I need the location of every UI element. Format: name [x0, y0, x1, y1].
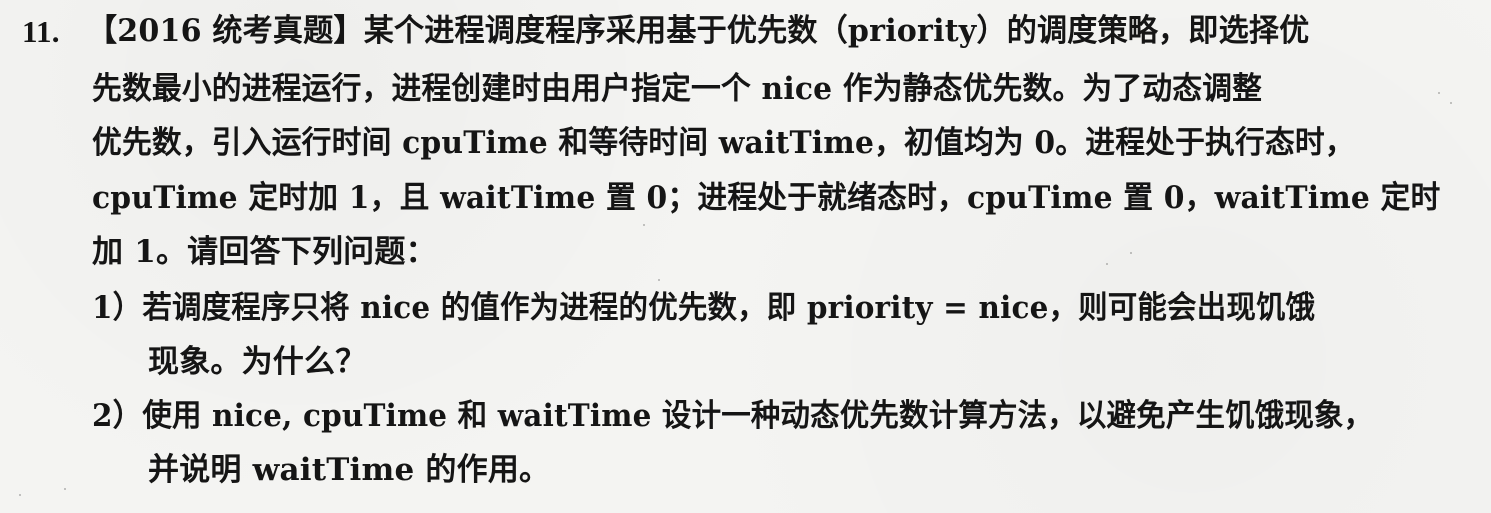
paper-speck: [658, 279, 660, 281]
subquestion-1-line-2: 现象。为什么？: [148, 344, 367, 380]
question-line-2: 先数最小的进程运行，进程创建时由用户指定一个 nice 作为静态优先数。为了动态…: [92, 71, 1263, 107]
paper-speck: [19, 494, 21, 496]
question-number: 11.: [22, 14, 60, 49]
subquestion-2-line-1: 2）使用 nice, cpuTime 和 waitTime 设计一种动态优先数计…: [92, 398, 1374, 434]
question-line-4: cpuTime 定时加 1，且 waitTime 置 0；进程处于就绪态时，cp…: [92, 180, 1441, 216]
paper-speck: [1130, 252, 1132, 254]
paper-speck: [64, 488, 66, 490]
paper-speck: [643, 224, 645, 226]
question-line-3: 优先数，引入运行时间 cpuTime 和等待时间 waitTime，初值均为 0…: [92, 125, 1355, 161]
question-line-5: 加 1。请回答下列问题：: [92, 234, 437, 270]
paper-speck: [1450, 102, 1452, 104]
subquestion-1-line-1: 1）若调度程序只将 nice 的值作为进程的优先数，即 priority = n…: [92, 290, 1316, 326]
paper-speck: [1438, 92, 1440, 94]
question-line-1: 【2016 统考真题】某个进程调度程序采用基于优先数（priority）的调度策…: [87, 13, 1310, 49]
subquestion-2-line-2: 并说明 waitTime 的作用。: [148, 452, 551, 488]
paper-speck: [1106, 263, 1108, 265]
document-page: 11. 【2016 统考真题】某个进程调度程序采用基于优先数（priority）…: [0, 0, 1491, 513]
